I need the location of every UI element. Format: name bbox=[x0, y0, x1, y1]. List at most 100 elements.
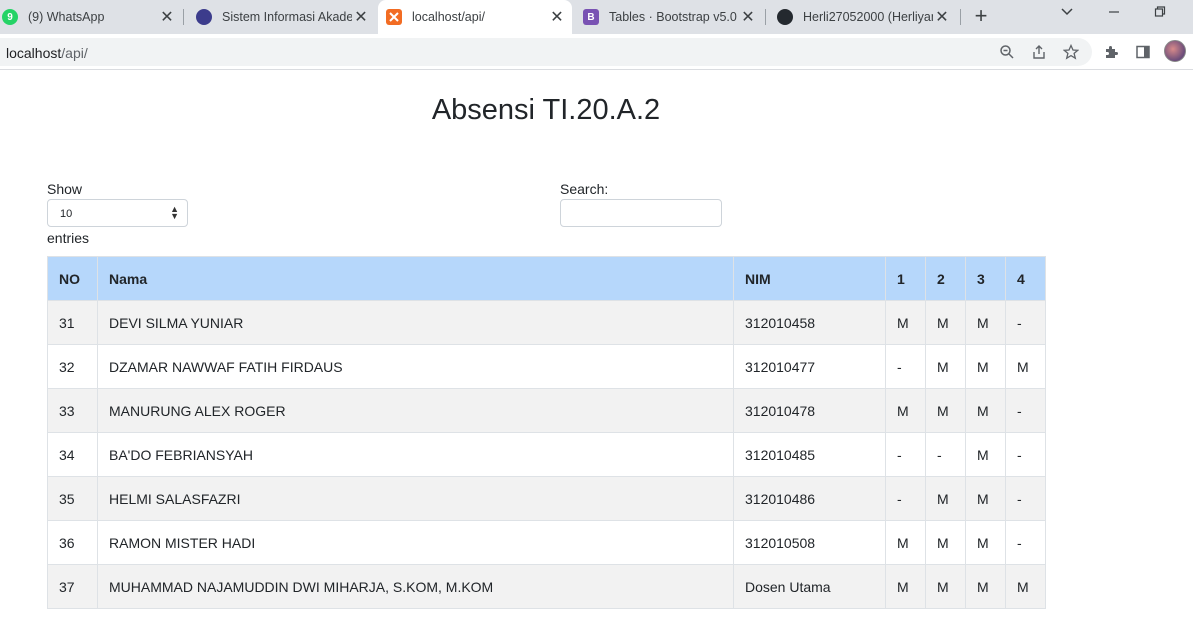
whatsapp-icon: 9 bbox=[2, 9, 18, 25]
close-tab-icon[interactable]: ✕ bbox=[933, 7, 951, 27]
cell-week: - bbox=[885, 344, 926, 389]
column-header-no[interactable]: NO bbox=[47, 256, 98, 301]
cell-no: 35 bbox=[47, 476, 98, 521]
cell-week: - bbox=[1005, 388, 1046, 433]
cell-week: M bbox=[885, 388, 926, 433]
cell-nim: Dosen Utama bbox=[733, 564, 886, 609]
cell-nim: 312010478 bbox=[733, 388, 886, 433]
column-header-week-3[interactable]: 3 bbox=[965, 256, 1006, 301]
cell-nim: 312010477 bbox=[733, 344, 886, 389]
minimize-icon[interactable] bbox=[1102, 5, 1126, 27]
cell-week: M bbox=[965, 388, 1006, 433]
column-header-week-1[interactable]: 1 bbox=[885, 256, 926, 301]
tab-separator bbox=[960, 9, 961, 25]
cell-week: M bbox=[925, 300, 966, 345]
cell-week: M bbox=[885, 564, 926, 609]
cell-nim: 312010458 bbox=[733, 300, 886, 345]
cell-week: - bbox=[1005, 300, 1046, 345]
cell-nama: MUHAMMAD NAJAMUDDIN DWI MIHARJA, S.KOM, … bbox=[97, 564, 734, 609]
tab-github[interactable]: Herli27052000 (Herliyans ✕ bbox=[769, 0, 957, 34]
cell-week: - bbox=[1005, 520, 1046, 565]
entries-value: 10 bbox=[60, 208, 73, 220]
tab-separator bbox=[183, 9, 184, 25]
search-input[interactable] bbox=[560, 199, 722, 227]
tab-title: Herli27052000 (Herliyans bbox=[803, 10, 933, 24]
cell-nama: HELMI SALASFAZRI bbox=[97, 476, 734, 521]
bootstrap-icon: B bbox=[583, 9, 599, 25]
tab-search-chevron-icon[interactable] bbox=[1055, 5, 1079, 27]
bookmark-star-icon[interactable] bbox=[1061, 42, 1081, 62]
tab-sistem-informasi[interactable]: Sistem Informasi Akaden ✕ bbox=[188, 0, 376, 34]
cell-week: M bbox=[1005, 564, 1046, 609]
page-title: Absensi TI.20.A.2 bbox=[431, 94, 661, 126]
cell-no: 32 bbox=[47, 344, 98, 389]
cell-week: M bbox=[885, 300, 926, 345]
github-icon bbox=[777, 9, 793, 25]
cell-week: M bbox=[965, 520, 1006, 565]
new-tab-button[interactable]: + bbox=[970, 5, 992, 28]
cell-nim: 312010486 bbox=[733, 476, 886, 521]
entries-per-page-select[interactable]: 10 ▲ ▼ bbox=[47, 199, 188, 227]
select-arrows-icon: ▲ ▼ bbox=[170, 204, 179, 221]
cell-nim: 312010485 bbox=[733, 432, 886, 477]
cell-no: 36 bbox=[47, 520, 98, 565]
cell-week: M bbox=[965, 564, 1006, 609]
tab-title: localhost/api/ bbox=[412, 10, 485, 24]
profile-avatar[interactable] bbox=[1164, 40, 1186, 62]
cell-week: M bbox=[965, 476, 1006, 521]
column-header-nim[interactable]: NIM bbox=[733, 256, 886, 301]
close-tab-icon[interactable]: ✕ bbox=[548, 7, 566, 27]
close-tab-icon[interactable]: ✕ bbox=[739, 7, 757, 27]
column-header-week-2[interactable]: 2 bbox=[925, 256, 966, 301]
side-panel-icon[interactable] bbox=[1133, 42, 1153, 62]
cell-week: M bbox=[925, 344, 966, 389]
column-header-nama[interactable]: Nama bbox=[97, 256, 734, 301]
close-tab-icon[interactable]: ✕ bbox=[352, 7, 370, 27]
xampp-icon bbox=[386, 9, 402, 25]
cell-week: M bbox=[885, 520, 926, 565]
cell-week: M bbox=[925, 520, 966, 565]
address-bar[interactable]: localhost/api/ bbox=[0, 38, 1092, 66]
cell-week: - bbox=[885, 476, 926, 521]
cell-no: 37 bbox=[47, 564, 98, 609]
url-text[interactable]: localhost/api/ bbox=[6, 45, 88, 61]
cell-week: - bbox=[885, 432, 926, 477]
tab-separator bbox=[765, 9, 766, 25]
tab-localhost-api[interactable]: localhost/api/ ✕ bbox=[378, 0, 572, 34]
tab-title: (9) WhatsApp bbox=[28, 10, 105, 24]
cell-week: M bbox=[965, 432, 1006, 477]
table-row: 36 RAMON MISTER HADI 312010508 M M M - bbox=[47, 520, 1046, 565]
tab-title: Sistem Informasi Akaden bbox=[222, 10, 352, 24]
cell-week: M bbox=[965, 344, 1006, 389]
tab-whatsapp[interactable]: 9 (9) WhatsApp ✕ bbox=[0, 0, 182, 34]
cell-no: 34 bbox=[47, 432, 98, 477]
url-host: localhost bbox=[6, 45, 62, 61]
browser-tab-strip: 9 (9) WhatsApp ✕ Sistem Informasi Akaden… bbox=[0, 0, 1193, 34]
cell-week: M bbox=[925, 388, 966, 433]
table-row: 35 HELMI SALASFAZRI 312010486 - M M - bbox=[47, 476, 1046, 521]
close-tab-icon[interactable]: ✕ bbox=[158, 7, 176, 27]
table-header-row: NO Nama NIM 1 2 3 4 bbox=[47, 256, 1046, 301]
cell-nama: MANURUNG ALEX ROGER bbox=[97, 388, 734, 433]
column-header-week-4[interactable]: 4 bbox=[1005, 256, 1046, 301]
zoom-icon[interactable] bbox=[997, 42, 1017, 62]
university-seal-icon bbox=[196, 9, 212, 25]
cell-week: - bbox=[925, 432, 966, 477]
tab-bootstrap-tables[interactable]: B Tables · Bootstrap v5.0 ✕ bbox=[575, 0, 763, 34]
cell-nama: DZAMAR NAWWAF FATIH FIRDAUS bbox=[97, 344, 734, 389]
cell-no: 31 bbox=[47, 300, 98, 345]
cell-nama: RAMON MISTER HADI bbox=[97, 520, 734, 565]
cell-week: M bbox=[925, 476, 966, 521]
attendance-table: NO Nama NIM 1 2 3 4 31 DEVI SILMA YUNIAR… bbox=[47, 256, 1046, 609]
cell-week: - bbox=[1005, 432, 1046, 477]
cell-no: 33 bbox=[47, 388, 98, 433]
cell-nama: BA'DO FEBRIANSYAH bbox=[97, 432, 734, 477]
table-row: 33 MANURUNG ALEX ROGER 312010478 M M M - bbox=[47, 388, 1046, 433]
length-suffix: entries bbox=[47, 230, 90, 246]
cell-week: M bbox=[925, 564, 966, 609]
cell-week: M bbox=[965, 300, 1006, 345]
extensions-puzzle-icon[interactable] bbox=[1101, 42, 1121, 62]
cell-nim: 312010508 bbox=[733, 520, 886, 565]
restore-icon[interactable] bbox=[1148, 5, 1172, 27]
share-icon[interactable] bbox=[1029, 42, 1049, 62]
